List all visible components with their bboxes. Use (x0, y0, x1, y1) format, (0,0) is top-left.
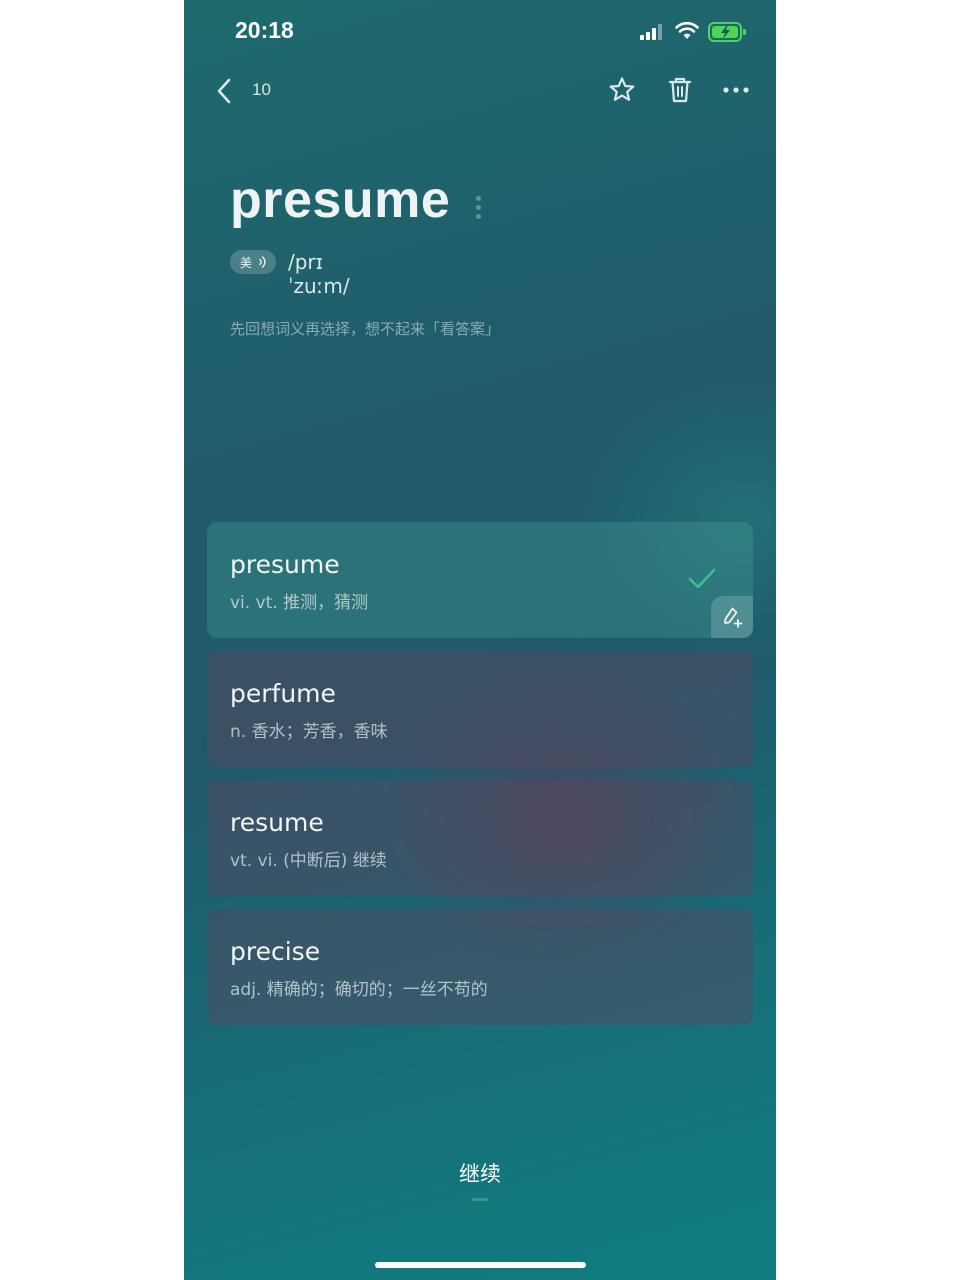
top-toolbar: 10 (184, 70, 776, 114)
option-definition: vi. vt. 推测，猜测 (230, 593, 369, 613)
phone-screen: 20:18 10 presume 美 /prɪˈzuːm/ 先回想词义再选择，想… (184, 0, 776, 1280)
option-word: presume (230, 550, 340, 579)
option-word: resume (230, 808, 324, 837)
option-card[interactable]: resume vt. vi. (中断后) 继续 (207, 780, 753, 896)
cellular-signal-icon (640, 24, 662, 40)
status-time: 20:18 (235, 17, 294, 43)
word-options-handle[interactable] (474, 196, 482, 222)
home-indicator[interactable] (375, 1262, 586, 1268)
word-counter: 10 (252, 80, 271, 99)
back-chevron-icon[interactable] (212, 76, 238, 106)
option-definition: vt. vi. (中断后) 继续 (230, 851, 387, 871)
wifi-icon (675, 22, 699, 39)
status-bar: 20:18 (184, 0, 776, 62)
option-word: perfume (230, 679, 336, 708)
option-card[interactable]: presume vi. vt. 推测，猜测 (207, 522, 753, 638)
continue-button[interactable]: 继续 (430, 1158, 530, 1194)
instruction-hint: 先回想词义再选择，想不起来「看答案」 (230, 320, 501, 338)
option-definition: adj. 精确的；确切的；一丝不苟的 (230, 980, 488, 1000)
continue-underline (472, 1198, 488, 1201)
option-card[interactable]: precise adj. 精确的；确切的；一丝不苟的 (207, 909, 753, 1025)
accent-label: 美 (240, 256, 253, 270)
pencil-plus-icon (724, 607, 743, 628)
battery-charging-icon (708, 22, 746, 42)
trash-icon[interactable] (667, 76, 693, 104)
checkmark-icon (688, 568, 716, 589)
pronunciation-audio-button[interactable]: 美 (230, 250, 276, 274)
speaker-icon (259, 256, 266, 268)
star-icon[interactable] (608, 76, 636, 104)
headword: presume (230, 171, 451, 229)
option-definition: n. 香水；芳香，香味 (230, 722, 388, 742)
option-card[interactable]: perfume n. 香水；芳香，香味 (207, 651, 753, 767)
phonetic-transcription: /prɪˈzuːm/ (288, 250, 350, 298)
more-horizontal-icon[interactable] (722, 82, 750, 98)
add-note-button[interactable] (711, 596, 753, 638)
option-word: precise (230, 937, 321, 966)
